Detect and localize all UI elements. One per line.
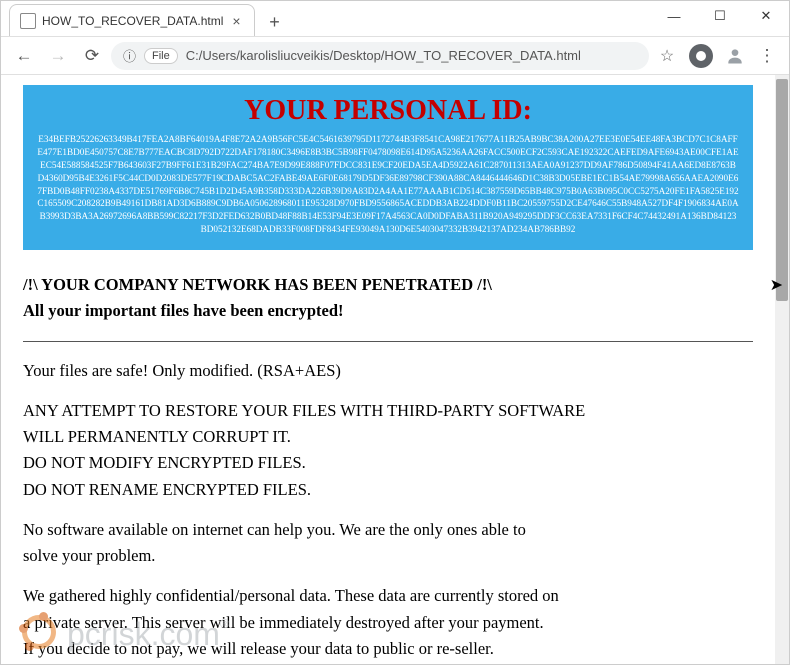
- tab-close-icon[interactable]: ×: [229, 13, 243, 29]
- divider: [23, 341, 753, 342]
- menu-icon[interactable]: ⋮: [753, 42, 781, 70]
- note-heading-2: All your important files have been encry…: [23, 300, 753, 322]
- note-heading-1: /!\ YOUR COMPANY NETWORK HAS BEEN PENETR…: [23, 274, 753, 296]
- forward-button[interactable]: →: [43, 41, 73, 71]
- info-icon[interactable]: ⓘ: [123, 46, 136, 65]
- note-line: DO NOT RENAME ENCRYPTED FILES.: [23, 479, 753, 501]
- note-line: solve your problem.: [23, 545, 753, 567]
- browser-tab[interactable]: HOW_TO_RECOVER_DATA.html ×: [9, 4, 255, 36]
- note-line: We gathered highly confidential/personal…: [23, 585, 753, 607]
- note-line: WILL PERMANENTLY CORRUPT IT.: [23, 426, 753, 448]
- profile-avatar-icon[interactable]: [721, 42, 749, 70]
- window-controls: — ☐ ✕: [651, 1, 789, 36]
- note-line: If you decide to not pay, we will releas…: [23, 638, 753, 660]
- maximize-button[interactable]: ☐: [697, 1, 743, 31]
- back-button[interactable]: ←: [9, 41, 39, 71]
- personal-id-block: E34BEFB25226263349B417FEA2A8BF64019A4F8E…: [37, 133, 739, 236]
- page-icon: [20, 13, 36, 29]
- browser-toolbar: ← → ⟳ ⓘ File C:/Users/karolisliucveikis/…: [1, 37, 789, 75]
- minimize-button[interactable]: —: [651, 1, 697, 31]
- personal-id-banner: YOUR PERSONAL ID: E34BEFB25226263349B417…: [23, 85, 753, 250]
- bookmark-icon[interactable]: ☆: [653, 42, 681, 70]
- file-chip: File: [144, 48, 178, 64]
- banner-title: YOUR PERSONAL ID:: [37, 95, 739, 127]
- vertical-scrollbar[interactable]: [775, 75, 789, 664]
- page-viewport: YOUR PERSONAL ID: E34BEFB25226263349B417…: [1, 75, 789, 664]
- note-line: Your files are safe! Only modified. (RSA…: [23, 360, 753, 382]
- page-content: YOUR PERSONAL ID: E34BEFB25226263349B417…: [1, 75, 775, 664]
- note-line: ANY ATTEMPT TO RESTORE YOUR FILES WITH T…: [23, 400, 753, 422]
- ransom-note: /!\ YOUR COMPANY NETWORK HAS BEEN PENETR…: [23, 274, 753, 664]
- address-bar[interactable]: ⓘ File C:/Users/karolisliucveikis/Deskto…: [111, 42, 649, 70]
- new-tab-button[interactable]: +: [261, 8, 289, 36]
- url-text: C:/Users/karolisliucveikis/Desktop/HOW_T…: [186, 48, 581, 63]
- reload-button[interactable]: ⟳: [77, 41, 107, 71]
- note-line: No software available on internet can he…: [23, 519, 753, 541]
- incognito-icon[interactable]: [689, 44, 713, 68]
- close-button[interactable]: ✕: [743, 1, 789, 31]
- scrollbar-thumb[interactable]: [776, 79, 788, 301]
- tab-title: HOW_TO_RECOVER_DATA.html: [42, 14, 223, 28]
- titlebar: HOW_TO_RECOVER_DATA.html × + — ☐ ✕: [1, 1, 789, 37]
- note-line: DO NOT MODIFY ENCRYPTED FILES.: [23, 452, 753, 474]
- note-line: a private server. This server will be im…: [23, 612, 753, 634]
